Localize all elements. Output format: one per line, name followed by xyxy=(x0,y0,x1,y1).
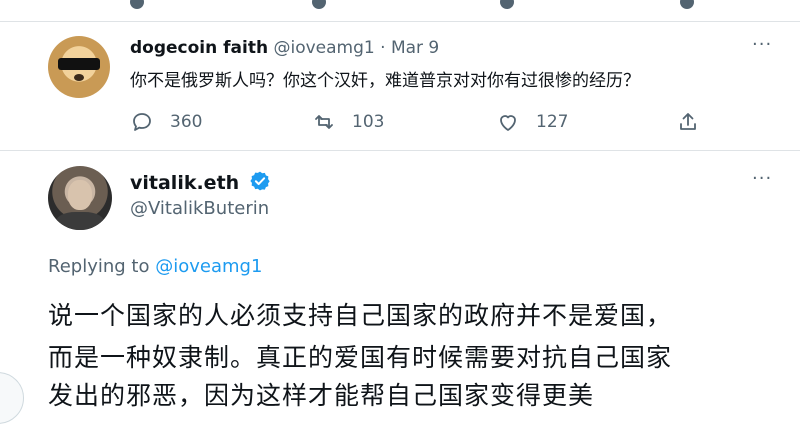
share-icon-fragment xyxy=(680,0,694,9)
main-tweet-handle-row: @VitalikButerin xyxy=(130,198,269,219)
side-floating-button[interactable] xyxy=(0,372,24,424)
like-icon-fragment xyxy=(500,0,514,9)
replying-to: Replying to @ioveamg1 xyxy=(48,256,262,277)
more-icon[interactable]: ··· xyxy=(752,34,772,55)
mention-link[interactable]: @ioveamg1 xyxy=(155,256,262,277)
retweet-icon xyxy=(315,115,333,129)
divider xyxy=(0,21,800,22)
share-icon xyxy=(680,113,696,130)
previous-tweet-actions-fragment xyxy=(0,0,800,14)
share-button[interactable] xyxy=(676,108,716,136)
reply-icon-fragment xyxy=(130,0,144,9)
avatar[interactable] xyxy=(48,166,112,230)
tweet-date[interactable]: Mar 9 xyxy=(391,38,439,58)
avatar[interactable] xyxy=(48,36,110,98)
face-shape xyxy=(68,180,92,210)
reply-count: 360 xyxy=(170,112,203,132)
tweet-text-line: 而是一种奴隶制。真正的爱国有时候需要对抗自己国家 xyxy=(48,343,673,372)
reply-tweet-header: dogecoin faith @ioveamg1 · Mar 9 xyxy=(130,38,439,58)
more-icon[interactable]: ··· xyxy=(752,168,772,189)
shirt-shape xyxy=(56,212,104,230)
sunglasses-shape xyxy=(58,58,100,70)
tweet-text: 你不是俄罗斯人吗？你这个汉奸，难道普京对对你有过很惨的经历？ xyxy=(130,71,640,91)
reply-icon xyxy=(133,113,151,131)
replying-prefix: Replying to xyxy=(48,256,150,277)
display-name[interactable]: vitalik.eth xyxy=(130,172,239,194)
tweet-text-line: 说一个国家的人必须支持自己国家的政府并不是爱国， xyxy=(48,301,673,330)
like-count: 127 xyxy=(536,112,569,132)
handle[interactable]: @VitalikButerin xyxy=(130,198,269,219)
main-tweet-display-name-row: vitalik.eth xyxy=(130,170,271,194)
retweet-button[interactable]: 103 xyxy=(312,108,384,136)
reply-button[interactable]: 360 xyxy=(130,108,202,136)
like-icon xyxy=(500,115,516,131)
retweet-icon-fragment xyxy=(312,0,326,9)
handle[interactable]: @ioveamg1 xyxy=(273,38,374,58)
retweet-count: 103 xyxy=(352,112,385,132)
like-button[interactable]: 127 xyxy=(496,108,568,136)
separator: · xyxy=(380,38,386,58)
divider xyxy=(0,150,800,151)
display-name[interactable]: dogecoin faith xyxy=(130,38,268,58)
verified-badge-icon xyxy=(250,171,270,191)
nose-shape xyxy=(74,74,84,81)
tweet-text-line: 发出的邪恶，因为这样才能帮自己国家变得更美 xyxy=(48,381,595,410)
